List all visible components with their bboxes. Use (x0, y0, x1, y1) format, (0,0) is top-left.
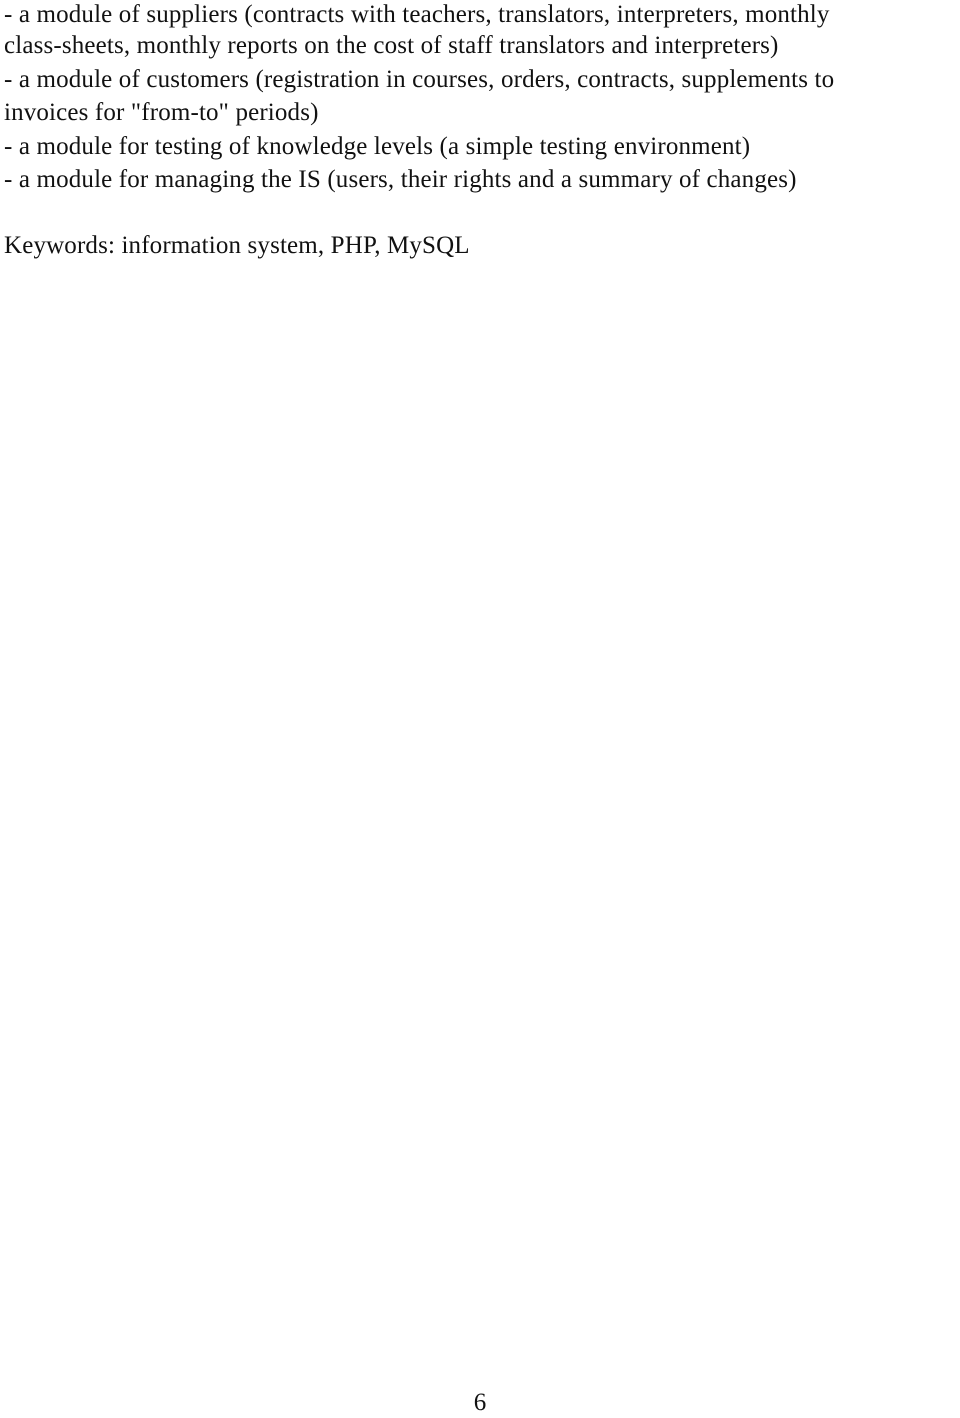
page-number: 6 (473, 1389, 487, 1416)
module-list-item-testing: - a module for testing of knowledge leve… (4, 133, 751, 160)
module-list-item-suppliers-line-2: class-sheets, monthly reports on the cos… (4, 32, 779, 59)
module-list-item-customers-line-2: invoices for "from-to" periods) (4, 99, 319, 126)
module-list-item-suppliers-line-1: - a module of suppliers (contracts with … (4, 1, 830, 28)
keywords-line: Keywords: information system, PHP, MySQL (4, 232, 470, 259)
module-list-item-customers-line-1: - a module of customers (registration in… (4, 66, 835, 93)
document-page: - a module of suppliers (contracts with … (0, 0, 960, 1418)
module-list-item-managing: - a module for managing the IS (users, t… (4, 166, 797, 193)
